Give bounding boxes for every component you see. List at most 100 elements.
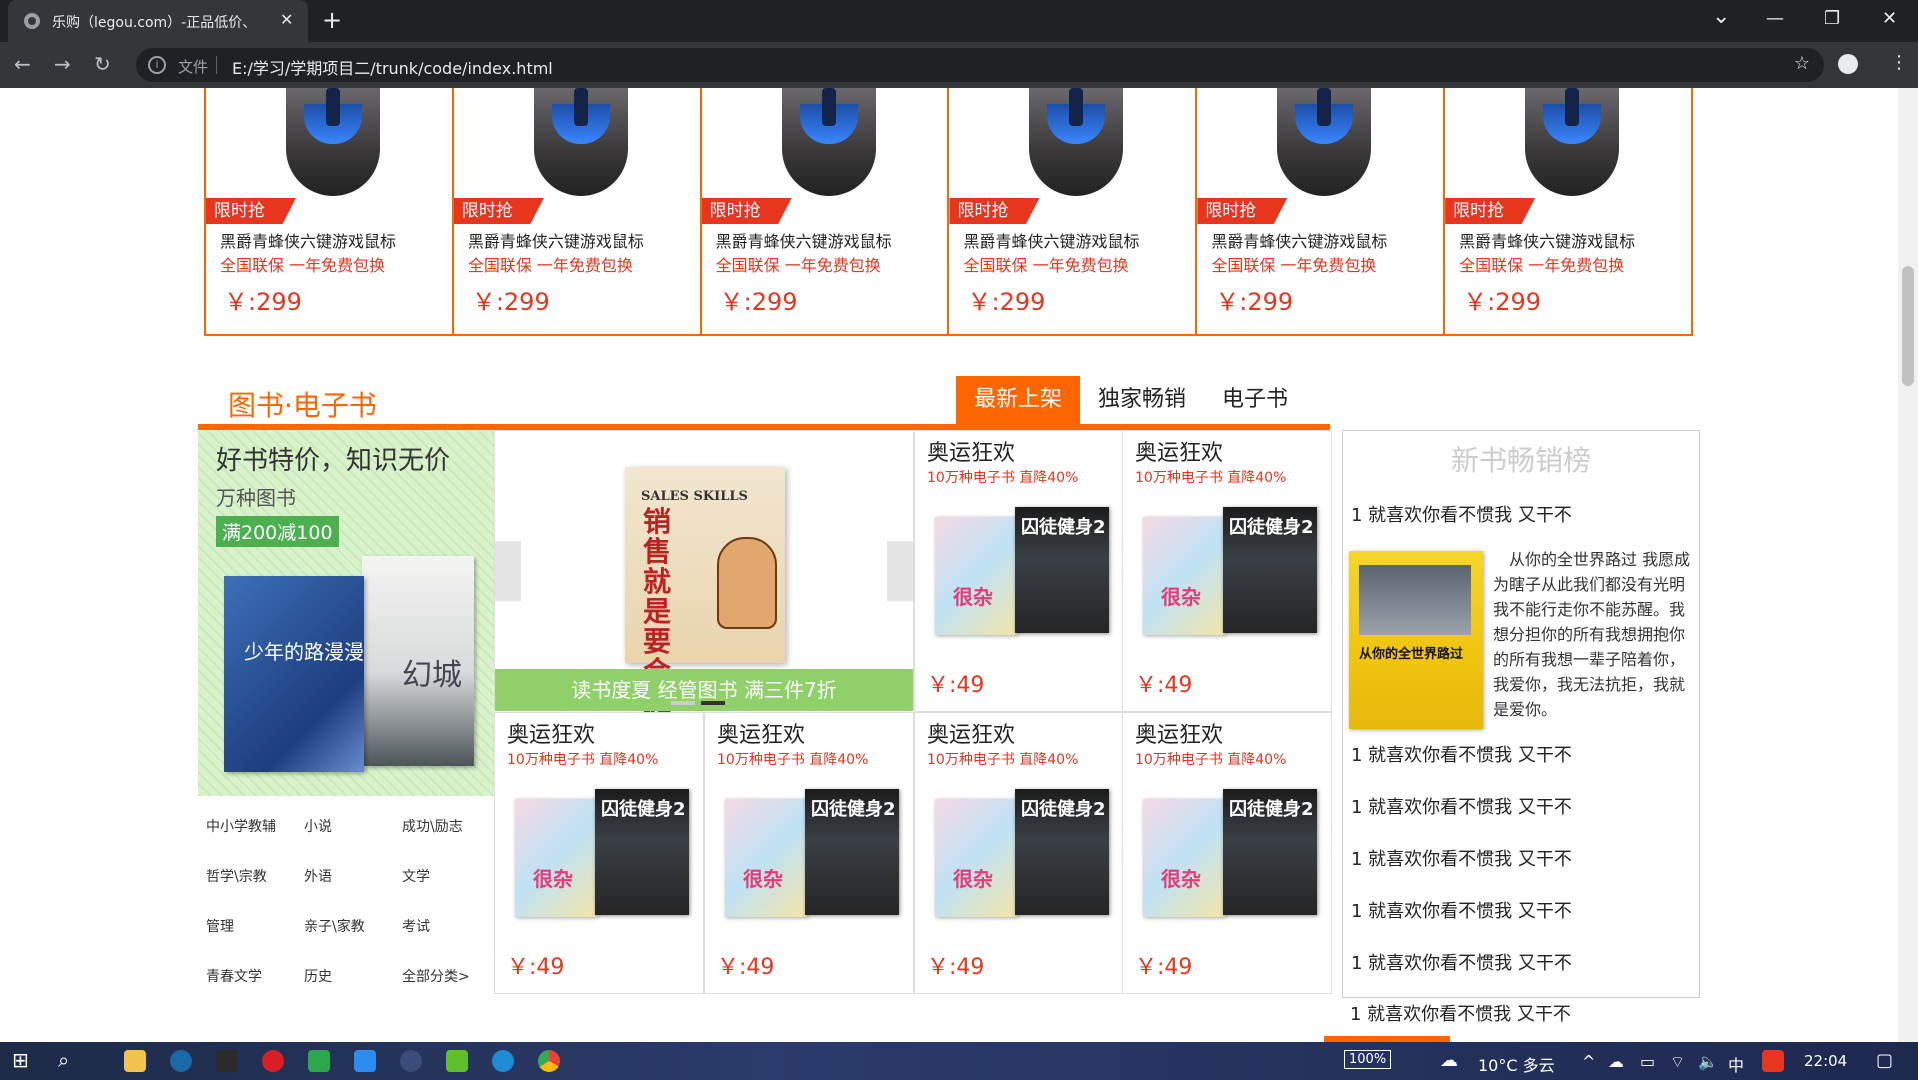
carousel[interactable]: SALES SKILLS 销售就是要会提问 读书度夏 经管图书 满三件7折 [494, 430, 914, 747]
onedrive-icon[interactable]: ☁ [1608, 1052, 1624, 1071]
tab-search-icon[interactable]: ⌄ [1712, 4, 1730, 29]
book-covers[interactable]: 很杂 囚徒健身2 [725, 789, 901, 919]
product-image[interactable] [286, 88, 380, 196]
ranking-item[interactable]: 1 就喜欢你看不惯我 又干不 [1351, 897, 1572, 923]
wifi-icon[interactable]: ⌔ [1670, 1052, 1685, 1072]
product-name[interactable]: 黑爵青蜂侠六键游戏鼠标 [1211, 228, 1387, 252]
book-promo-card[interactable]: 奥运狂欢 10万种电子书 直降40% 很杂 囚徒健身2 ￥:49 [914, 712, 1124, 994]
carousel-dot[interactable] [671, 701, 695, 705]
notification-icon[interactable]: ▢ [1876, 1050, 1893, 1071]
category-link[interactable]: 亲子\家教 [304, 916, 365, 936]
ranking-item[interactable]: 1 就喜欢你看不惯我 又干不 [1351, 949, 1572, 975]
category-link[interactable]: 成功\励志 [402, 816, 463, 836]
product-image[interactable] [1525, 88, 1620, 196]
scrollbar-thumb[interactable] [1902, 266, 1914, 386]
product-image[interactable] [1029, 88, 1124, 196]
category-link[interactable]: 青春文学 [206, 966, 262, 986]
product-name[interactable]: 黑爵青蜂侠六键游戏鼠标 [963, 228, 1139, 252]
product-card[interactable]: 限时抢 黑爵青蜂侠六键游戏鼠标 全国联保 一年免费包换 ￥:299 [949, 88, 1198, 334]
category-link[interactable]: 哲学\宗教 [206, 866, 267, 886]
tray-chevron-icon[interactable]: ^ [1582, 1052, 1595, 1071]
carousel-dot-active[interactable] [701, 701, 725, 705]
category-link[interactable]: 文学 [402, 866, 430, 886]
forward-icon[interactable]: → [54, 52, 71, 76]
category-link[interactable]: 管理 [206, 916, 234, 936]
reload-icon[interactable]: ↻ [94, 52, 111, 76]
book-covers[interactable]: 很杂 囚徒健身2 [1143, 789, 1319, 919]
ranking-item[interactable]: 1 就喜欢你看不惯我 又干不 [1351, 793, 1572, 819]
product-card[interactable]: 限时抢 黑爵青蜂侠六键游戏鼠标 全国联保 一年免费包换 ￥:299 [453, 88, 702, 334]
featured-book-cover[interactable]: 从你的全世界路过 [1349, 551, 1483, 729]
wechat-work-icon[interactable] [446, 1050, 468, 1072]
chrome-icon[interactable] [538, 1050, 560, 1072]
carousel-prev-button[interactable] [495, 541, 521, 601]
omnibox[interactable]: i 文件 E:/学习/学期项目二/trunk/code/index.html ☆ [136, 48, 1824, 82]
carousel-book-image[interactable]: SALES SKILLS 销售就是要会提问 [625, 467, 785, 747]
clock[interactable]: 22:04 [1804, 1052, 1847, 1070]
product-card[interactable]: 限时抢 黑爵青蜂侠六键游戏鼠标 全国联保 一年免费包换 ￥:299 [1197, 88, 1446, 334]
product-card[interactable]: 限时抢 黑爵青蜂侠六键游戏鼠标 全国联保 一年免费包换 ￥:299 [701, 88, 950, 334]
product-image[interactable] [533, 88, 628, 196]
product-card[interactable]: 限时抢 黑爵青蜂侠六键游戏鼠标 全国联保 一年免费包换 ￥:299 [1445, 88, 1691, 334]
book-promo-card[interactable]: 奥运狂欢 10万种电子书 直降40% 很杂 囚徒健身2 ￥:49 [1122, 712, 1332, 994]
edge-icon[interactable] [492, 1050, 514, 1072]
book-promo-card[interactable]: 奥运狂欢 10万种电子书 直降40% 很杂 囚徒健身2 ￥:49 [494, 712, 704, 994]
carousel-next-button[interactable] [887, 541, 913, 601]
windows-start-icon[interactable]: ⊞ [12, 1048, 29, 1072]
profile-icon[interactable] [1838, 54, 1858, 74]
category-link[interactable]: 中小学教辅 [206, 816, 276, 836]
book-covers[interactable]: 很杂 囚徒健身2 [935, 789, 1111, 919]
category-link[interactable]: 外语 [304, 866, 332, 886]
category-link[interactable]: 历史 [304, 966, 332, 986]
maximize-button[interactable]: ❐ [1824, 8, 1840, 29]
product-name[interactable]: 黑爵青蜂侠六键游戏鼠标 [716, 228, 892, 252]
battery-icon[interactable]: ▭ [1640, 1052, 1655, 1071]
search-icon[interactable]: ⌕ [58, 1048, 69, 1072]
tab-close-icon[interactable]: ✕ [280, 10, 293, 29]
bookmark-star-icon[interactable]: ☆ [1794, 53, 1810, 74]
category-link[interactable]: 全部分类> [402, 966, 470, 986]
tab-new-arrivals[interactable]: 最新上架 [956, 376, 1081, 424]
app-g-icon[interactable] [216, 1050, 238, 1072]
back-icon[interactable]: ← [14, 52, 31, 76]
file-explorer-icon[interactable] [124, 1050, 146, 1072]
ranking-item[interactable]: 1 就喜欢你看不惯我 又干不 [1351, 741, 1572, 767]
book-covers[interactable]: 很杂 囚徒健身2 [935, 507, 1111, 637]
product-image[interactable] [781, 88, 876, 196]
book-covers[interactable]: 很杂 囚徒健身2 [1143, 507, 1319, 637]
book-covers[interactable]: 很杂 囚徒健身2 [515, 789, 691, 919]
battery-indicator[interactable]: 100% [1344, 1050, 1392, 1069]
category-link[interactable]: 小说 [304, 816, 332, 836]
tab-ebooks[interactable]: 电子书 [1204, 376, 1306, 424]
steam-icon[interactable] [170, 1050, 192, 1072]
minimize-button[interactable]: — [1766, 8, 1784, 29]
product-name[interactable]: 黑爵青蜂侠六键游戏鼠标 [468, 228, 644, 252]
ranking-item[interactable]: 1 就喜欢你看不惯我 又干不 [1351, 501, 1572, 527]
ranking-item[interactable]: 1 就喜欢你看不惯我 又干不 [1350, 1000, 1571, 1026]
new-tab-button[interactable]: + [322, 6, 342, 34]
menu-kebab-icon[interactable]: ⋮ [1890, 52, 1908, 73]
url-text[interactable]: E:/学习/学期项目二/trunk/code/index.html [232, 55, 553, 79]
ranking-item[interactable]: 1 就喜欢你看不惯我 又干不 [1351, 845, 1572, 871]
category-link[interactable]: 考试 [402, 916, 430, 936]
weather-text[interactable]: 10°C 多云 [1478, 1052, 1555, 1076]
tab-exclusive[interactable]: 独家畅销 [1080, 376, 1204, 424]
book-promo-card[interactable]: 奥运狂欢 10万种电子书 直降40% 很杂 囚徒健身2 ￥:49 [1122, 430, 1332, 712]
info-icon[interactable]: i [148, 56, 166, 74]
browser-tab[interactable]: 乐购（legou.com）-正品低价、 ✕ [8, 0, 308, 42]
book-promo-card[interactable]: 奥运狂欢 10万种电子书 直降40% 很杂 囚徒健身2 ￥:49 [704, 712, 914, 994]
volume-icon[interactable]: 🔈 [1698, 1052, 1718, 1071]
close-window-button[interactable]: ✕ [1882, 8, 1897, 29]
product-card[interactable]: 限时抢 黑爵青蜂侠六键游戏鼠标 全国联保 一年免费包换 ￥:299 [206, 88, 454, 334]
app-icon[interactable] [400, 1050, 422, 1072]
chat-app-icon[interactable] [354, 1050, 376, 1072]
product-name[interactable]: 黑爵青蜂侠六键游戏鼠标 [1459, 228, 1635, 252]
netease-music-icon[interactable] [262, 1050, 284, 1072]
media-player-icon[interactable] [308, 1050, 330, 1072]
product-image[interactable] [1277, 88, 1372, 196]
page-scrollbar[interactable] [1898, 88, 1918, 1042]
ime-indicator[interactable]: 中 [1728, 1052, 1744, 1076]
product-name[interactable]: 黑爵青蜂侠六键游戏鼠标 [220, 228, 396, 252]
book-promo-card[interactable]: 奥运狂欢 10万种电子书 直降40% 很杂 囚徒健身2 ￥:49 [914, 430, 1124, 712]
sogou-ime-icon[interactable] [1762, 1050, 1784, 1072]
